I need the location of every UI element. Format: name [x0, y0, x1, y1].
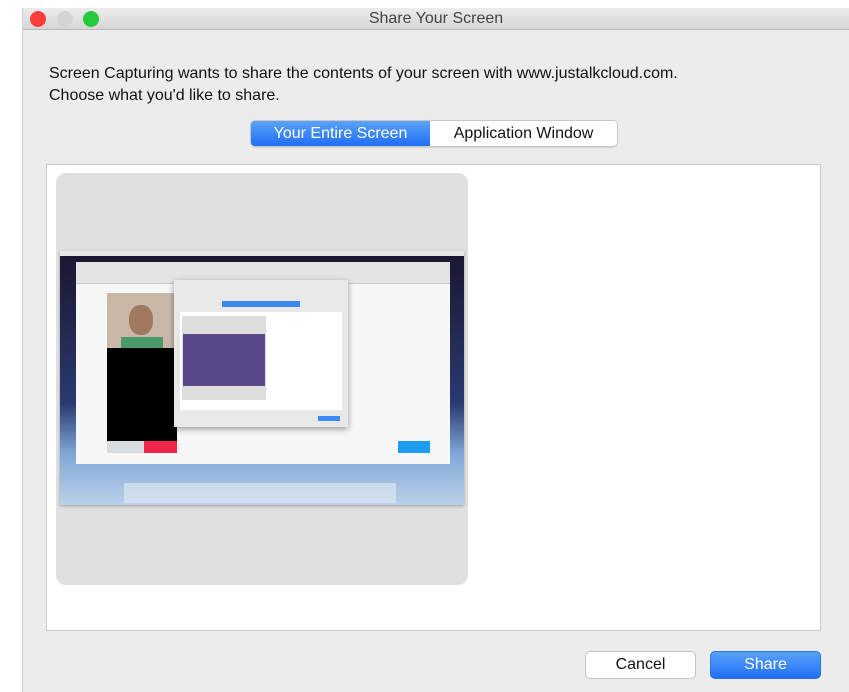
- close-window-button[interactable]: [30, 11, 46, 27]
- screen-thumbnail-tile[interactable]: [56, 173, 468, 585]
- prompt-line-1: Screen Capturing wants to share the cont…: [49, 65, 678, 82]
- prompt-message: Screen Capturing wants to share the cont…: [49, 63, 678, 107]
- share-button[interactable]: Share: [710, 651, 821, 679]
- title-bar: Share Your Screen: [23, 8, 849, 30]
- preview-button: [144, 441, 177, 453]
- prompt-line-2: Choose what you'd like to share.: [49, 87, 280, 104]
- tab-your-entire-screen[interactable]: Your Entire Screen: [251, 121, 430, 146]
- share-screen-dialog: Share Your Screen Screen Capturing wants…: [22, 8, 849, 692]
- window-title: Share Your Screen: [368, 10, 504, 27]
- preview-button: [398, 441, 430, 453]
- preview-dark-panel: [107, 348, 177, 441]
- cancel-button[interactable]: Cancel: [585, 651, 696, 679]
- preview-button: [107, 441, 144, 453]
- source-list: [46, 164, 821, 631]
- preview-menubar: [60, 251, 464, 256]
- preview-video: [107, 293, 177, 348]
- source-segmented-control: Your Entire Screen Application Window: [250, 120, 618, 147]
- preview-nested-dialog: [174, 280, 348, 427]
- tab-application-window[interactable]: Application Window: [430, 121, 617, 146]
- screen-preview-image: [60, 251, 464, 505]
- preview-dock: [124, 483, 396, 503]
- minimize-window-button[interactable]: [57, 11, 73, 27]
- zoom-window-button[interactable]: [83, 11, 99, 27]
